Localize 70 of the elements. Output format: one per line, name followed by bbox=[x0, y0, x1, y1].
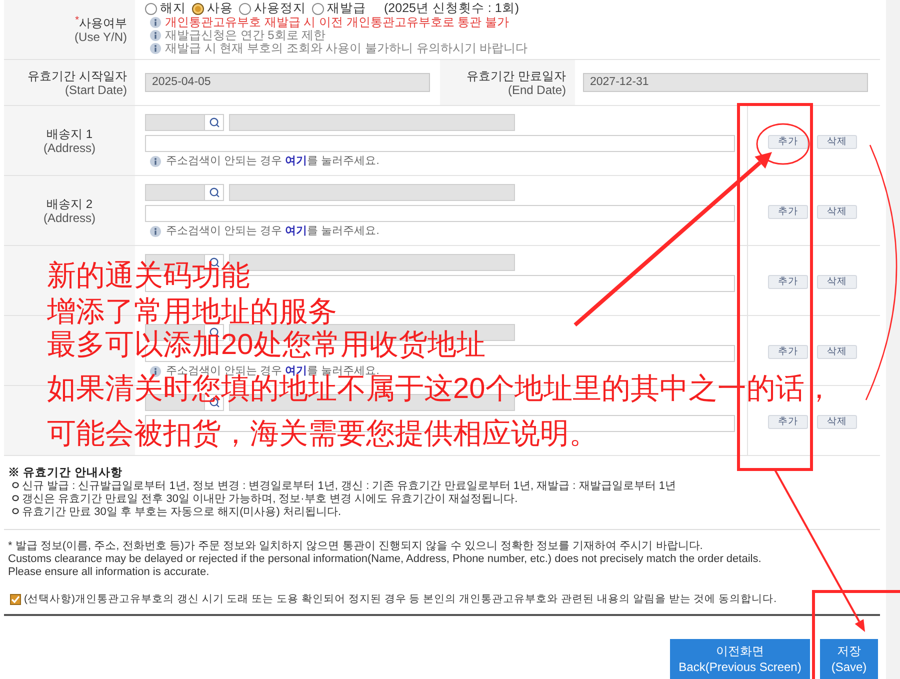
bullet: ㅇ bbox=[9, 480, 22, 493]
add-button[interactable]: 추가 bbox=[768, 205, 808, 219]
address-hint: 주소검색이 안되는 경우 여기를 눌러주세요. bbox=[166, 225, 380, 237]
notice-text: Please ensure all information is accurate. bbox=[8, 566, 210, 579]
notice-text: * 발급 정보(이름, 주소, 전화번호 등)가 주문 정보와 일치하지 않으면 통관이 진행되지 않을 수 있으니 정확한 정보를 기재하여 주시기 바랍니다. bbox=[8, 540, 704, 553]
radio-label[interactable]: 사용 bbox=[207, 1, 233, 16]
delete-button[interactable]: 삭제 bbox=[817, 135, 857, 149]
add-button[interactable]: 추가 bbox=[768, 275, 808, 289]
address-field[interactable] bbox=[229, 114, 515, 131]
field-sublabel: (Address) bbox=[43, 140, 96, 154]
info-icon bbox=[150, 226, 161, 236]
notice-text: 개인통관고유부호 재발급 시 이전 개인통관고유부호로 통관 불가 bbox=[165, 16, 510, 29]
field-sublabel: (Address) bbox=[43, 210, 96, 224]
address-hint: 주소검색이 안되는 경우 여기를 눌러주세요. bbox=[166, 155, 380, 167]
delete-button[interactable]: 삭제 bbox=[817, 275, 857, 289]
here-link[interactable]: 여기 bbox=[285, 155, 308, 167]
detail-address-field[interactable] bbox=[145, 135, 735, 152]
checkbox[interactable] bbox=[10, 594, 21, 605]
note-text: 신규 발급 : 신규발급일로부터 1년, 정보 변경 : 변경일로부터 1년, 갱신 : 기존 유효기간 만료일로부터 1년, 재발급 : 재발급일로부터 1년 bbox=[22, 480, 676, 493]
add-button[interactable]: 추가 bbox=[768, 415, 808, 429]
delete-button[interactable]: 삭제 bbox=[817, 415, 857, 429]
field-label: 유효기간 만료일자 bbox=[466, 68, 566, 82]
add-button[interactable]: 추가 bbox=[768, 135, 808, 149]
detail-address-field[interactable] bbox=[145, 205, 735, 222]
field-sublabel: (End Date) bbox=[508, 82, 566, 96]
field-label: 배송지 2 bbox=[46, 196, 92, 210]
reissue-count: (2025년 신청횟수 : 1회) bbox=[384, 1, 519, 16]
here-link[interactable]: 여기 bbox=[285, 225, 308, 237]
consent-text: (선택사항)개인통관고유부호의 갱신 시기 도래 또는 도용 확인되어 정지된 경우 등 본인의 개인통관고유부호와 관련된 내용의 알림을 받는 것에 동의합니다. bbox=[24, 593, 777, 606]
notice-text: Customs clearance may be delayed or rejected if the personal information(Name, Address, Phone number, etc.) does not precisely match the order details. bbox=[8, 553, 762, 566]
bullet: ㅇ bbox=[9, 493, 22, 506]
notes-title: ※ 유효기간 안내사항 bbox=[8, 467, 124, 480]
field-sublabel: (Start Date) bbox=[64, 82, 127, 96]
search-icon bbox=[208, 117, 220, 128]
field-label: 사용여부 bbox=[79, 16, 127, 30]
radio-button[interactable] bbox=[312, 2, 324, 14]
add-button[interactable]: 추가 bbox=[768, 345, 808, 359]
date-field[interactable]: 2027-12-31 bbox=[583, 73, 868, 92]
search-icon bbox=[208, 187, 220, 198]
check-icon bbox=[11, 595, 20, 604]
back-button[interactable]: 이전화면 Back(Previous Screen) bbox=[670, 639, 810, 679]
delete-button[interactable]: 삭제 bbox=[817, 205, 857, 219]
postcode-field[interactable] bbox=[145, 114, 205, 131]
search-button[interactable] bbox=[205, 184, 224, 201]
save-button[interactable]: 저장 (Save) bbox=[820, 639, 878, 679]
info-icon bbox=[150, 30, 161, 41]
address-field[interactable] bbox=[229, 184, 515, 201]
delete-button[interactable]: 삭제 bbox=[817, 345, 857, 359]
radio-label[interactable]: 해지 bbox=[160, 1, 186, 16]
info-icon bbox=[150, 43, 161, 54]
info-icon bbox=[150, 17, 161, 28]
info-icon bbox=[150, 156, 161, 166]
date-field[interactable]: 2025-04-05 bbox=[145, 73, 430, 92]
radio-label[interactable]: 재발급 bbox=[327, 1, 366, 16]
radio-button[interactable] bbox=[145, 2, 157, 14]
note-text: 유효기간 만료 30일 후 부호는 자동으로 해지(미사용) 처리됩니다. bbox=[22, 506, 342, 519]
note-text: 갱신은 유효기간 만료일 전후 30일 이내만 가능하며, 정보·부호 변경 시에도 유효기간이 재설정됩니다. bbox=[22, 493, 518, 506]
radio-button[interactable] bbox=[239, 2, 251, 14]
notice-text: 재발급 시 현재 부호의 조회와 사용이 불가하니 유의하시기 바랍니다 bbox=[165, 42, 528, 55]
radio-button[interactable] bbox=[192, 2, 204, 14]
field-label: 배송지 1 bbox=[46, 126, 92, 140]
radio-label[interactable]: 사용정지 bbox=[254, 1, 306, 16]
bullet: ㅇ bbox=[9, 506, 22, 519]
highlight-circle bbox=[756, 123, 810, 165]
field-sublabel: (Use Y/N) bbox=[74, 30, 127, 44]
search-button[interactable] bbox=[205, 114, 224, 131]
field-label: 유효기간 시작일자 bbox=[28, 68, 127, 82]
required-mark: * bbox=[75, 16, 79, 26]
postcode-field[interactable] bbox=[145, 184, 205, 201]
notice-text: 재발급신청은 연간 5회로 제한 bbox=[165, 29, 326, 42]
